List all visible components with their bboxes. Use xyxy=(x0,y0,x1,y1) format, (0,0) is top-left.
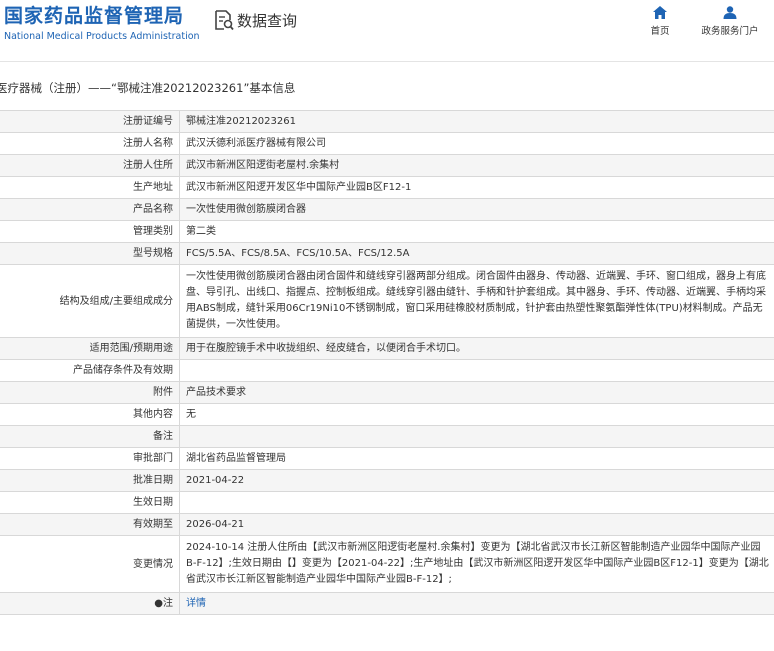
row-label: 结构及组成/主要组成成分 xyxy=(0,264,180,338)
row-label: 型号规格 xyxy=(0,242,180,265)
nav-gov-label: 政务服务门户 xyxy=(701,26,759,37)
nav-home-label: 首页 xyxy=(650,26,670,37)
row-label: 生效日期 xyxy=(0,491,180,514)
nav-gov-service-portal[interactable]: 政务服务门户 xyxy=(698,6,762,37)
row-value xyxy=(179,425,774,448)
nav-home[interactable]: 首页 xyxy=(646,6,674,37)
table-row: 生效日期 xyxy=(0,491,774,514)
table-row: 备注 xyxy=(0,425,774,448)
row-value: 武汉市新洲区阳逻开发区华中国际产业园B区F12-1 xyxy=(179,176,774,199)
row-value: 2021-04-22 xyxy=(179,469,774,492)
registration-info-table: 注册证编号 鄂械注准20212023261 注册人名称 武汉沃德利派医疗器械有限… xyxy=(0,110,774,615)
row-label: 注册证编号 xyxy=(0,110,180,133)
table-row: 型号规格 FCS/5.5A、FCS/8.5A、FCS/10.5A、FCS/12.… xyxy=(0,242,774,265)
document-search-icon xyxy=(215,10,234,31)
details-link[interactable]: 详情 xyxy=(186,598,206,609)
table-row: 适用范围/预期用途 用于在腹腔镜手术中收拢组织、经皮缝合，以便闭合手术切口。 xyxy=(0,337,774,360)
row-label: 注册人名称 xyxy=(0,132,180,155)
page-title: 医疗器械（注册）——“鄂械注准20212023261”基本信息 xyxy=(0,81,296,95)
row-value: 第二类 xyxy=(179,220,774,243)
table-row: 生产地址 武汉市新洲区阳逻开发区华中国际产业园B区F12-1 xyxy=(0,176,774,199)
table-row: ●注 详情 xyxy=(0,592,774,615)
row-value xyxy=(179,359,774,382)
row-label: ●注 xyxy=(0,592,180,615)
table-row: 结构及组成/主要组成成分 一次性使用微创筋膜闭合器由闭合固件和缝线穿引器两部分组… xyxy=(0,264,774,338)
site-header: 国家药品监督管理局 National Medical Products Admi… xyxy=(0,0,774,60)
row-value: 一次性使用微创筋膜闭合器 xyxy=(179,198,774,221)
row-value: 产品技术要求 xyxy=(179,381,774,404)
table-row: 注册人住所 武汉市新洲区阳逻街老屋村.余集村 xyxy=(0,154,774,177)
row-value: 2024-10-14 注册人住所由【武汉市新洲区阳逻街老屋村.余集村】变更为【湖… xyxy=(179,535,774,593)
row-label: 变更情况 xyxy=(0,535,180,593)
home-icon xyxy=(653,6,667,19)
table-row: 其他内容 无 xyxy=(0,403,774,426)
user-icon xyxy=(723,6,737,19)
table-row: 注册证编号 鄂械注准20212023261 xyxy=(0,110,774,133)
brand-logo[interactable]: 国家药品监督管理局 National Medical Products Admi… xyxy=(4,4,200,44)
row-label: 注册人住所 xyxy=(0,154,180,177)
table-row: 批准日期 2021-04-22 xyxy=(0,469,774,492)
table-row: 注册人名称 武汉沃德利派医疗器械有限公司 xyxy=(0,132,774,155)
brand-name-cn: 国家药品监督管理局 xyxy=(4,5,185,27)
row-value: FCS/5.5A、FCS/8.5A、FCS/10.5A、FCS/12.5A xyxy=(179,242,774,265)
row-label: 有效期至 xyxy=(0,513,180,536)
row-label: 产品名称 xyxy=(0,198,180,221)
row-label: 批准日期 xyxy=(0,469,180,492)
row-value: 鄂械注准20212023261 xyxy=(179,110,774,133)
brand-name-en: National Medical Products Administration xyxy=(4,31,200,42)
row-value xyxy=(179,491,774,514)
row-label: 产品储存条件及有效期 xyxy=(0,359,180,382)
table-row: 审批部门 湖北省药品监督管理局 xyxy=(0,447,774,470)
row-label: 备注 xyxy=(0,425,180,448)
row-value: 武汉沃德利派医疗器械有限公司 xyxy=(179,132,774,155)
row-label: 其他内容 xyxy=(0,403,180,426)
row-value: 湖北省药品监督管理局 xyxy=(179,447,774,470)
row-value: 2026-04-21 xyxy=(179,513,774,536)
table-row: 管理类别 第二类 xyxy=(0,220,774,243)
row-label: 生产地址 xyxy=(0,176,180,199)
header-divider xyxy=(0,61,774,62)
table-row: 变更情况 2024-10-14 注册人住所由【武汉市新洲区阳逻街老屋村.余集村】… xyxy=(0,535,774,593)
row-value: 武汉市新洲区阳逻街老屋村.余集村 xyxy=(179,154,774,177)
table-row: 有效期至 2026-04-21 xyxy=(0,513,774,536)
row-value: 详情 xyxy=(179,592,774,615)
data-query-label: 数据查询 xyxy=(237,11,298,30)
row-label: 审批部门 xyxy=(0,447,180,470)
row-label: 适用范围/预期用途 xyxy=(0,337,180,360)
row-label: 附件 xyxy=(0,381,180,404)
row-label: 管理类别 xyxy=(0,220,180,243)
table-row: 附件 产品技术要求 xyxy=(0,381,774,404)
table-row: 产品名称 一次性使用微创筋膜闭合器 xyxy=(0,198,774,221)
row-value: 无 xyxy=(179,403,774,426)
row-value: 一次性使用微创筋膜闭合器由闭合固件和缝线穿引器两部分组成。闭合固件由器身、传动器… xyxy=(179,264,774,338)
table-row: 产品储存条件及有效期 xyxy=(0,359,774,382)
data-query-title: 数据查询 xyxy=(214,9,297,31)
row-value: 用于在腹腔镜手术中收拢组织、经皮缝合，以便闭合手术切口。 xyxy=(179,337,774,360)
